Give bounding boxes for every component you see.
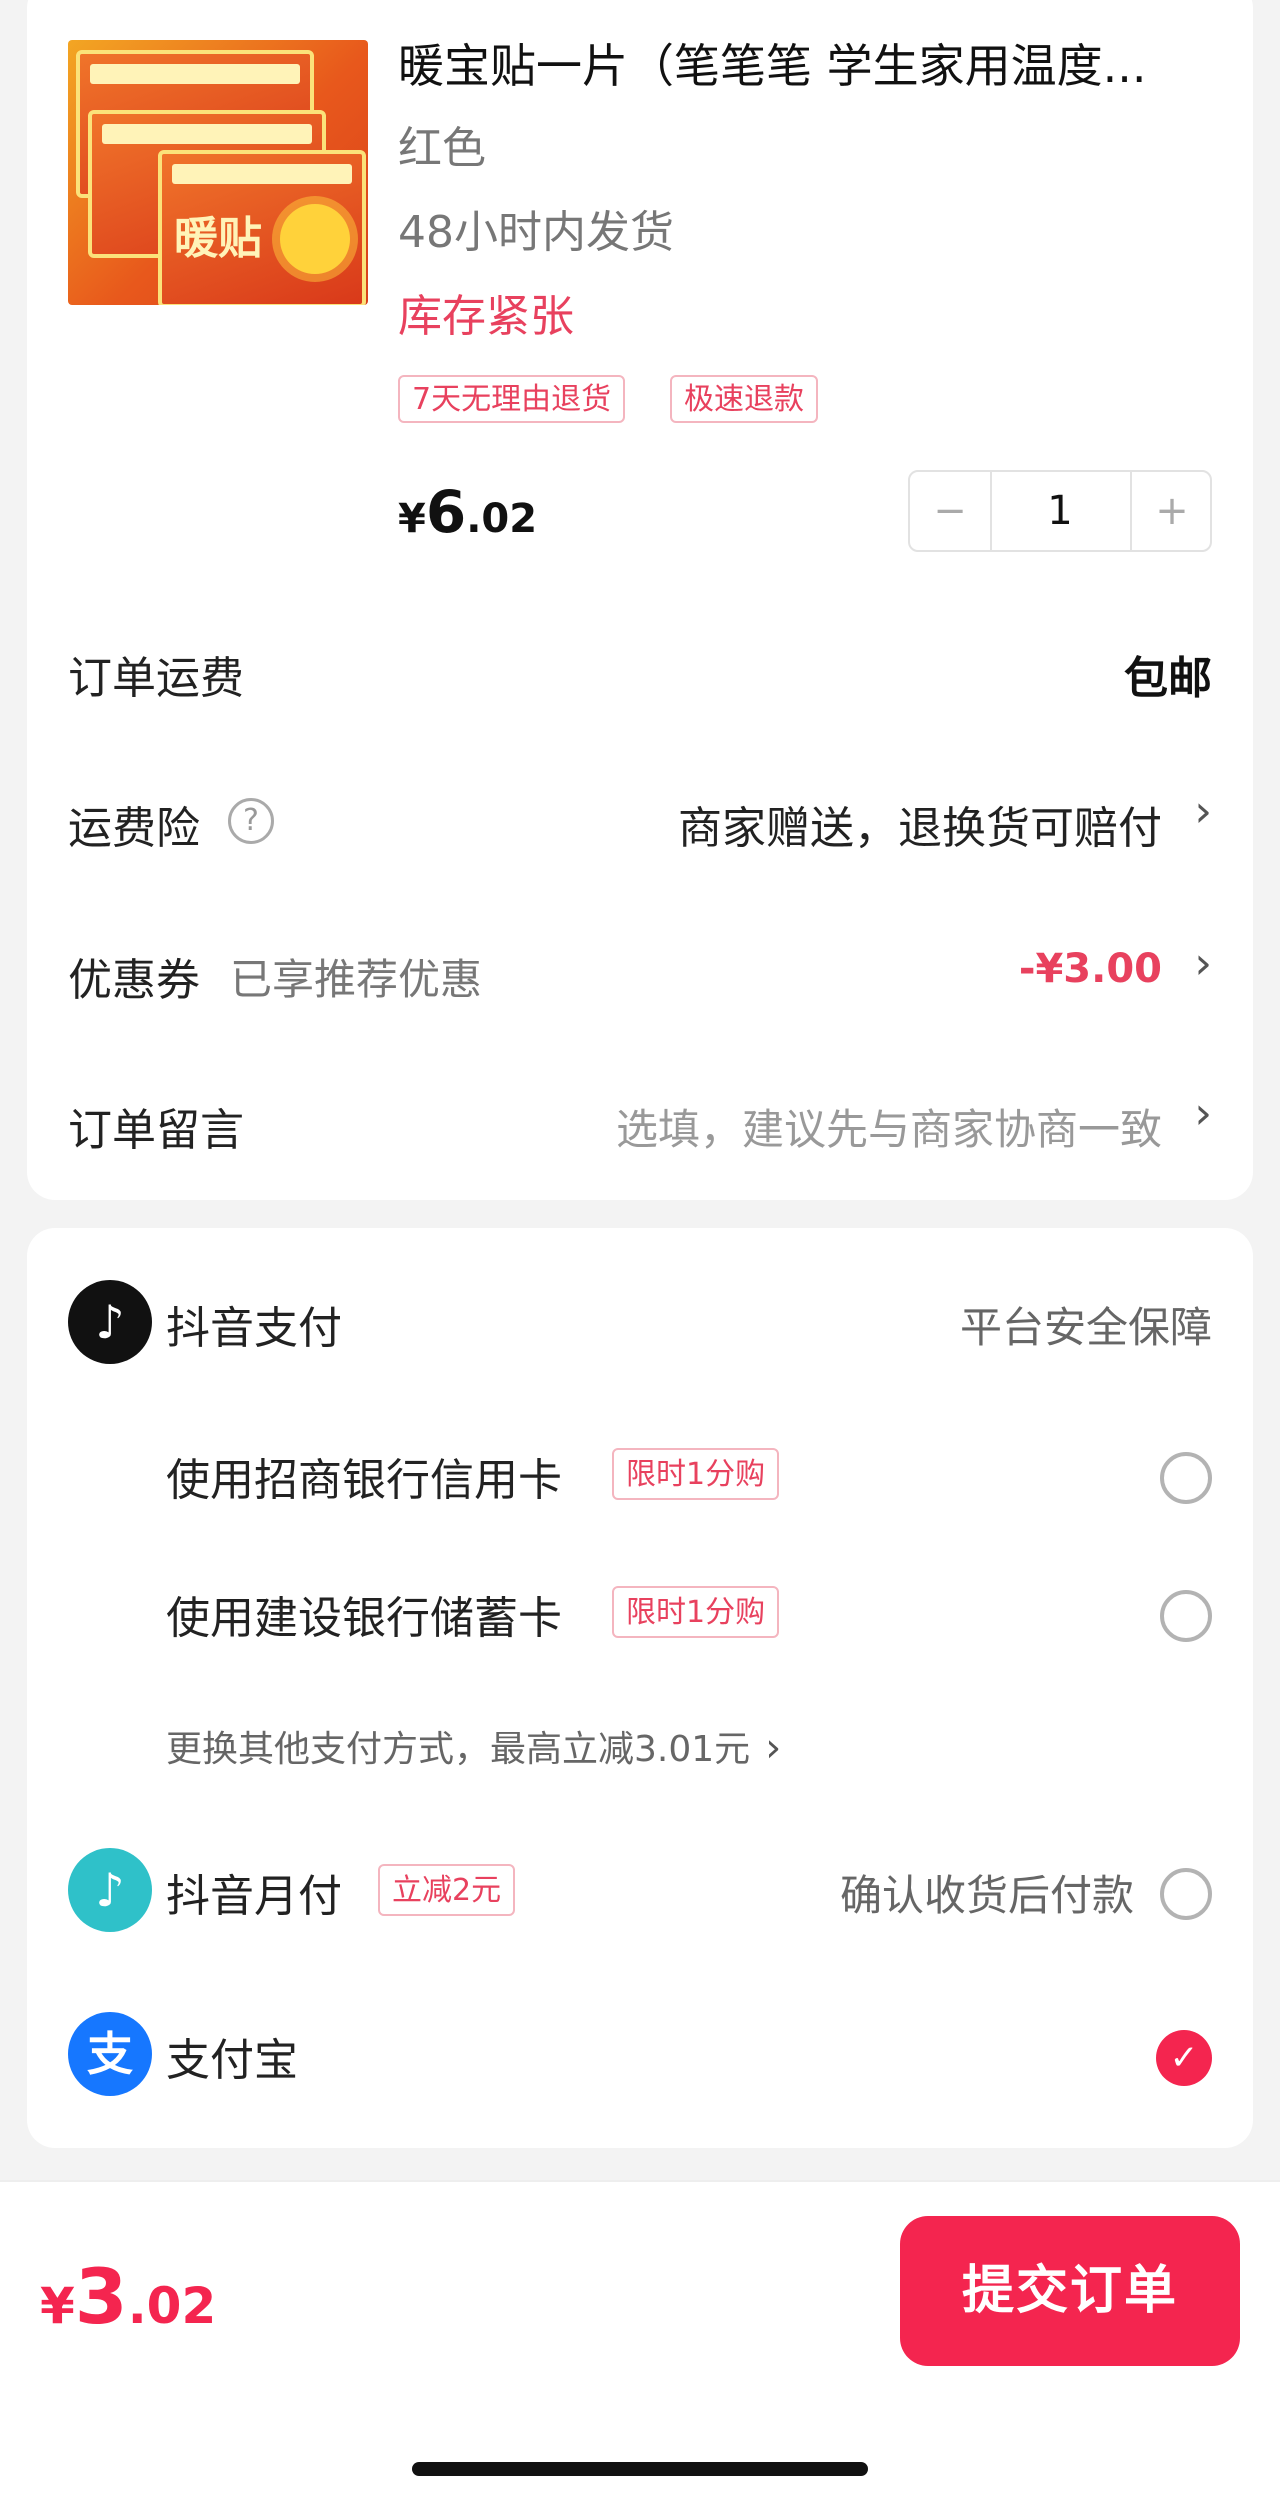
shipping-time: 48小时内发货 [398, 207, 674, 258]
pay-option-ccb-debit[interactable]: 使用建设银行储蓄卡 限时1分购 [166, 1578, 1212, 1650]
total-integer: 3 [74, 2252, 128, 2341]
total-decimal: .02 [127, 2277, 217, 2335]
price-decimal: .02 [466, 496, 538, 542]
coupon-label: 优惠券 [68, 955, 200, 1006]
chevron-right-icon: › [765, 1725, 782, 1771]
promo-badge: 限时1分购 [612, 1448, 780, 1500]
alipay-label: 支付宝 [166, 2035, 298, 2086]
product-image[interactable]: 暖贴 [68, 40, 368, 305]
promo-badge: 立减2元 [378, 1864, 516, 1916]
more-methods-text: 更换其他支付方式，最高立减3.01元 [166, 1729, 751, 1770]
quantity-stepper[interactable]: − 1 + [908, 470, 1212, 552]
price-integer: 6 [425, 478, 467, 546]
alipay-row[interactable]: 支付宝 ✓ [166, 2020, 1212, 2092]
order-total: ¥3.02 [40, 2252, 216, 2341]
chevron-right-icon: › [1194, 938, 1212, 989]
douyin-pay-icon: ♪ [68, 1280, 152, 1364]
message-label: 订单留言 [68, 1105, 244, 1156]
radio-checked[interactable]: ✓ [1156, 2030, 1212, 2086]
insurance-value: 商家赠送，退换货可赔付 [678, 803, 1162, 854]
radio-button[interactable] [1160, 1590, 1212, 1642]
home-indicator [412, 2462, 868, 2476]
more-payment-methods-link[interactable]: 更换其他支付方式，最高立减3.01元 › [166, 1720, 781, 1772]
douyin-monthly-label: 抖音月付 [166, 1871, 342, 1922]
product-image-text: 暖贴 [174, 213, 262, 264]
decrease-button[interactable]: − [910, 472, 992, 550]
shipping-fee-label: 订单运费 [68, 653, 244, 704]
coupon-subtext: 已享推荐优惠 [230, 955, 483, 1004]
douyin-monthly-note: 确认收货后付款 [839, 1871, 1134, 1920]
order-message-row[interactable]: 订单留言 选填，建议先与商家协商一致 › [68, 1082, 1212, 1162]
price-symbol: ¥ [398, 496, 426, 542]
promo-badge: 限时1分购 [612, 1586, 780, 1638]
product-variant: 红色 [398, 123, 486, 174]
total-symbol: ¥ [40, 2277, 75, 2335]
package-graphic: 暖贴 [158, 150, 366, 305]
shipping-fee-value: 包邮 [1124, 653, 1212, 704]
pay-option-label: 使用建设银行储蓄卡 [166, 1593, 562, 1644]
stock-status: 库存紧张 [398, 291, 574, 342]
payment-card [27, 1228, 1253, 2148]
tag-return-policy: 7天无理由退货 [398, 375, 626, 423]
increase-button[interactable]: + [1130, 472, 1212, 550]
product-price: ¥6.02 [398, 478, 537, 546]
douyin-monthly-icon: ♪ [68, 1848, 152, 1932]
radio-button[interactable] [1160, 1868, 1212, 1920]
sun-graphic [280, 204, 350, 274]
coupon-row[interactable]: 优惠券 已享推荐优惠 -¥3.00 › [68, 932, 1212, 1012]
quantity-value[interactable]: 1 [992, 472, 1128, 550]
pay-option-cmb-credit[interactable]: 使用招商银行信用卡 限时1分购 [166, 1440, 1212, 1512]
coupon-value: -¥3.00 [1018, 946, 1162, 992]
douyin-pay-label: 抖音支付 [166, 1303, 342, 1354]
submit-order-button[interactable]: 提交订单 [900, 2216, 1240, 2366]
radio-button[interactable] [1160, 1452, 1212, 1504]
chevron-right-icon: › [1194, 1088, 1212, 1139]
douyin-pay-note: 平台安全保障 [959, 1303, 1212, 1352]
shipping-insurance-row[interactable]: 运费险 ? 商家赠送，退换货可赔付 › [68, 780, 1212, 860]
tag-fast-refund: 极速退款 [670, 375, 818, 423]
product-title[interactable]: 暖宝贴一片（笔笔笔 学生家用温度... [398, 30, 1147, 96]
chevron-right-icon: › [1194, 786, 1212, 837]
insurance-label: 运费险 [68, 803, 200, 854]
pay-option-label: 使用招商银行信用卡 [166, 1455, 562, 1506]
help-icon[interactable]: ? [228, 798, 274, 844]
douyin-monthly-row[interactable]: 抖音月付 立减2元 确认收货后付款 [166, 1856, 1212, 1928]
message-input[interactable]: 选填，建议先与商家协商一致 [616, 1096, 1162, 1157]
alipay-icon: 支 [68, 2012, 152, 2096]
